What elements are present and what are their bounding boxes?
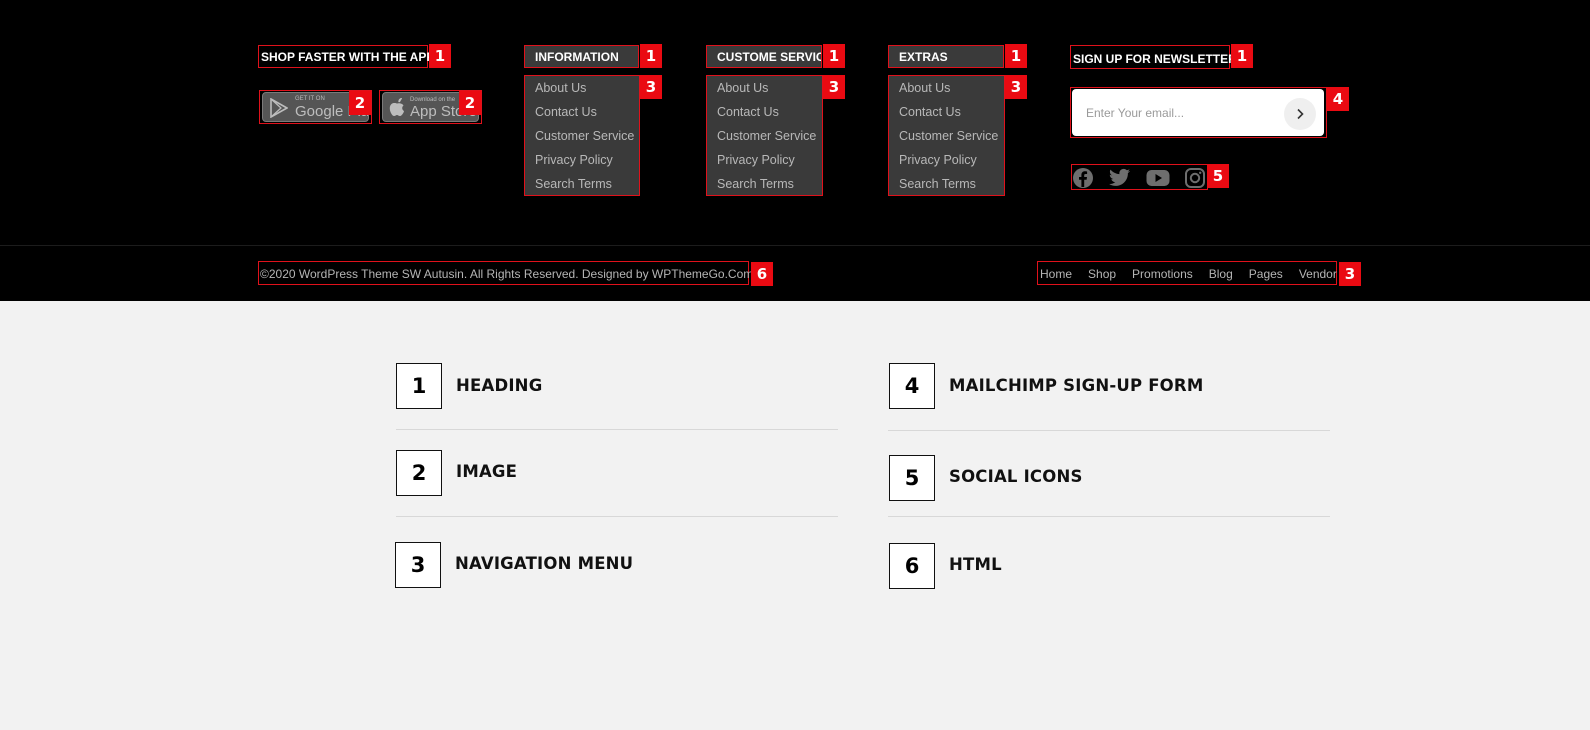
customer-service-menu: About Us Contact Us Customer Service Pri… [717,76,816,196]
app-heading: SHOP FASTER WITH THE APP [261,50,435,64]
tag-nav: 3 [1005,75,1027,99]
tag-social: 5 [1207,164,1229,188]
tag-nav: 3 [823,75,845,99]
subscribe-button[interactable] [1284,98,1316,130]
legend-label: MAILCHIMP SIGN-UP FORM [949,376,1204,395]
legend-divider [396,429,838,430]
apple-icon [389,98,404,116]
facebook-icon[interactable] [1071,166,1095,190]
menu-item-contact-us[interactable]: Contact Us [717,100,816,124]
bottom-menu-promotions[interactable]: Promotions [1132,267,1193,281]
tag-heading: 1 [429,44,451,68]
newsletter-heading: SIGN UP FOR NEWSLETTER [1073,52,1237,66]
tag-nav: 3 [1339,262,1361,286]
menu-item-customer-service[interactable]: Customer Service [535,124,634,148]
menu-item-privacy-policy[interactable]: Privacy Policy [535,148,634,172]
menu-item-contact-us[interactable]: Contact Us [899,100,998,124]
extras-heading: EXTRAS [899,50,948,64]
tag-heading: 1 [823,44,845,68]
tag-nav: 3 [640,75,662,99]
information-menu: About Us Contact Us Customer Service Pri… [535,76,634,196]
menu-item-customer-service[interactable]: Customer Service [717,124,816,148]
legend-divider [888,430,1330,431]
play-store-icon [270,98,288,118]
legend-number-box: 1 [396,363,442,409]
legend-number-box: 6 [889,543,935,589]
google-play-small-text: GET IT ON [295,96,325,102]
email-field[interactable] [1086,101,1276,125]
chevron-right-icon [1297,108,1304,120]
menu-item-customer-service[interactable]: Customer Service [899,124,998,148]
menu-item-search-terms[interactable]: Search Terms [535,172,634,196]
menu-item-privacy-policy[interactable]: Privacy Policy [899,148,998,172]
legend-number-box: 4 [889,363,935,409]
legend-divider [396,516,838,517]
legend-label: IMAGE [456,462,518,481]
tag-heading: 1 [640,44,662,68]
menu-item-about-us[interactable]: About Us [717,76,816,100]
bottom-menu-pages[interactable]: Pages [1249,267,1283,281]
legend-number-box: 3 [395,542,441,588]
legend-label: SOCIAL ICONS [949,467,1083,486]
legend-number-box: 2 [396,450,442,496]
tag-heading: 1 [1005,44,1027,68]
information-heading: INFORMATION [535,50,619,64]
tag-image-1: 2 [349,91,371,115]
menu-item-about-us[interactable]: About Us [535,76,634,100]
menu-item-search-terms[interactable]: Search Terms [717,172,816,196]
menu-item-about-us[interactable]: About Us [899,76,998,100]
copyright-text: ©2020 WordPress Theme SW Autusin. All Ri… [260,267,757,281]
legend-label: NAVIGATION MENU [455,554,634,573]
tag-html: 6 [751,262,773,286]
customer-service-heading: CUSTOME SERVICE [717,50,821,64]
mailchimp-form [1072,89,1324,136]
menu-item-search-terms[interactable]: Search Terms [899,172,998,196]
menu-item-contact-us[interactable]: Contact Us [535,100,634,124]
menu-item-privacy-policy[interactable]: Privacy Policy [717,148,816,172]
bottom-menu-home[interactable]: Home [1040,267,1072,281]
bottom-menu-vendor[interactable]: Vendor [1299,267,1337,281]
tag-mailchimp: 4 [1327,87,1349,111]
bottom-menu-shop[interactable]: Shop [1088,267,1116,281]
extras-menu: About Us Contact Us Customer Service Pri… [899,76,998,196]
legend-number-box: 5 [889,455,935,501]
legend-label: HTML [949,555,1002,574]
youtube-icon[interactable] [1146,166,1170,190]
legend-label: HEADING [456,376,543,395]
bottom-menu-blog[interactable]: Blog [1209,267,1233,281]
twitter-icon[interactable] [1108,166,1132,190]
bottom-navigation-menu: Home Shop Promotions Blog Pages Vendor [1040,267,1353,281]
legend-divider [888,516,1330,517]
instagram-icon[interactable] [1183,166,1207,190]
tag-heading: 1 [1231,44,1253,68]
tag-image-2: 2 [459,91,481,115]
